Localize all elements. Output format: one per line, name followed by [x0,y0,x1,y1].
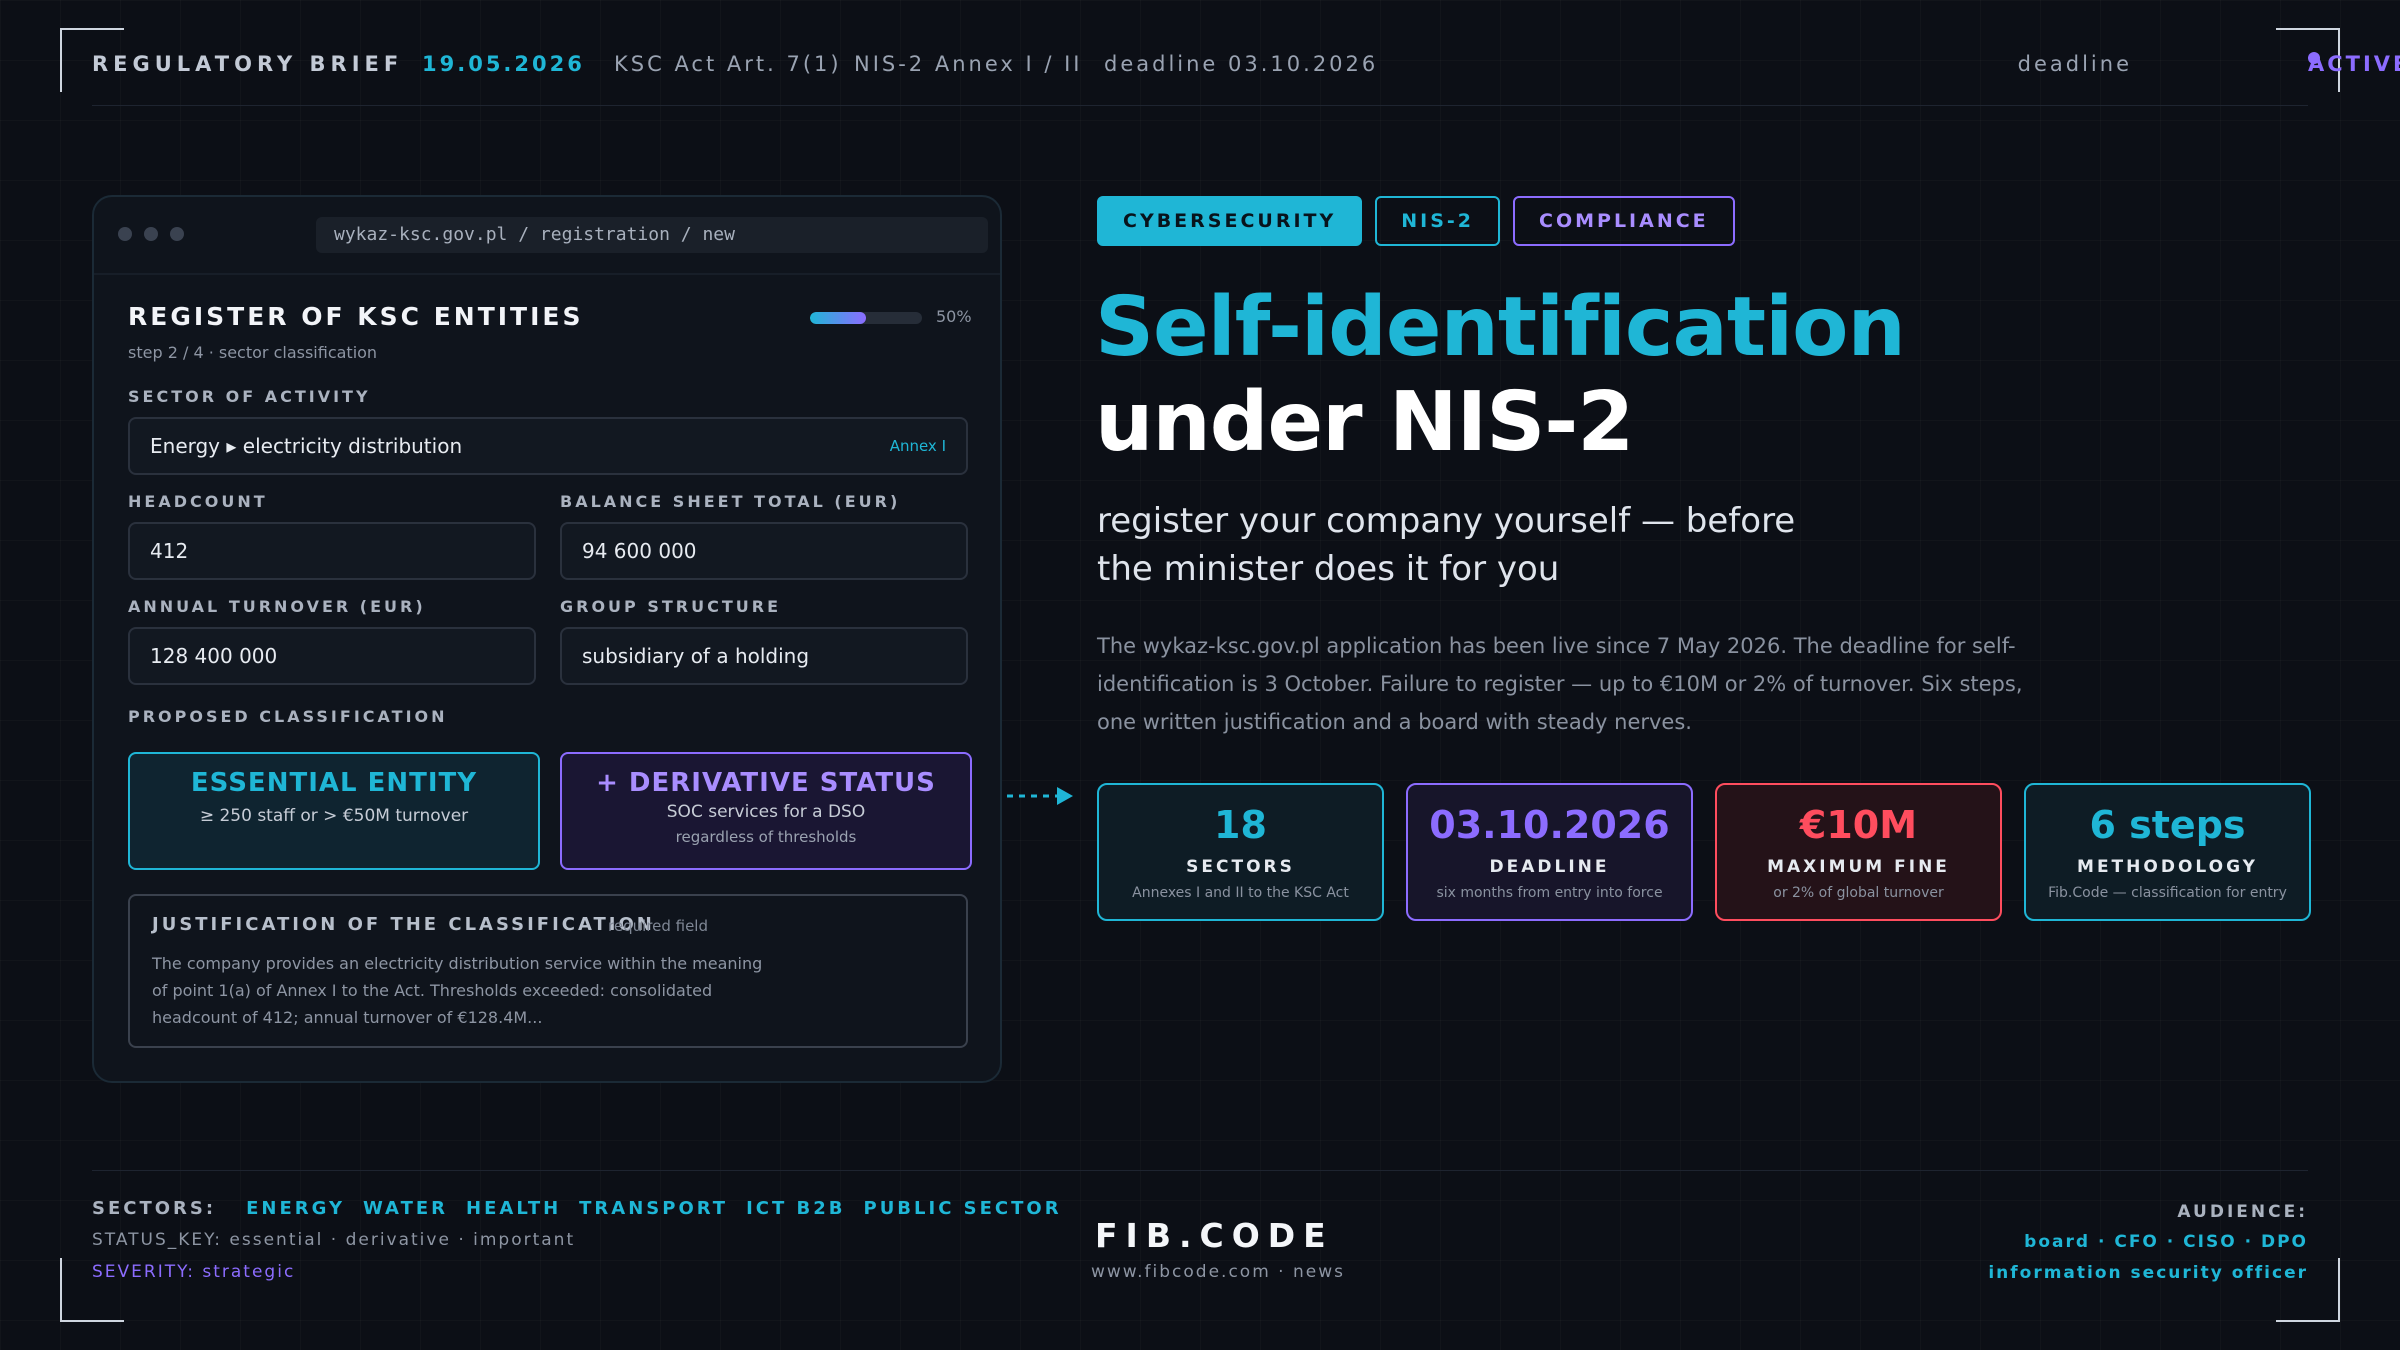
sector-field[interactable]: Energy ▸ electricity distribution Annex … [128,417,968,475]
stat-subtitle: Fib.Code — classification for entry [2048,885,2287,901]
turnover-label: ANNUAL TURNOVER (EUR) [128,597,426,616]
justification-label: JUSTIFICATION OF THE CLASSIFICATION [152,914,655,935]
group-field[interactable]: subsidiary of a holding [560,627,968,685]
intro-paragraph: The wykaz-ksc.gov.pl application has bee… [1097,634,2023,734]
tag-row: CYBERSECURITY NIS-2 COMPLIANCE [1097,196,1748,246]
headline-line-1: Self-identification [1095,280,1906,375]
stat-card-sectors: 18 SECTORS Annexes I and II to the KSC A… [1097,783,1384,921]
url-bar[interactable]: wykaz-ksc.gov.pl / registration / new [316,217,988,253]
top-divider [92,105,2308,106]
stat-subtitle: six months from entry into force [1436,885,1663,901]
sectors-list: SECTORS: ENERGY WATER HEALTH TRANSPORT ICT B2… [92,1198,1062,1219]
deadline-label: deadline [2017,52,2132,76]
group-label: GROUP STRUCTURE [560,597,781,616]
registration-window: wykaz-ksc.gov.pl / registration / new RE… [92,195,1002,1083]
headline-line-2: under NIS-2 [1095,375,1634,470]
essential-title: ESSENTIAL ENTITY [190,768,478,798]
essential-entity-card[interactable]: ESSENTIAL ENTITY ≥ 250 staff or > €50M t… [128,752,540,870]
sectors-label: SECTORS: [92,1198,217,1219]
progress-label: 50% [936,307,972,326]
progress-fill [810,312,866,324]
progress-bar [810,312,922,324]
audience-line-2: information security officer [1988,1263,2308,1283]
stat-label: SECTORS [1186,857,1295,877]
dashed-arrow-icon [1007,787,1073,805]
sector-transport[interactable]: TRANSPORT [579,1198,728,1219]
stat-label: DEADLINE [1489,857,1610,877]
stat-card-methodology: 6 steps METHODOLOGY Fib.Code — classific… [2024,783,2311,921]
sector-ict-b2b[interactable]: ICT B2B [746,1198,845,1219]
stat-card-deadline: 03.10.2026 DEADLINE six months from entr… [1406,783,1693,921]
balance-label: BALANCE SHEET TOTAL (EUR) [560,492,901,511]
brief-date: 19.05.2026 [422,52,585,76]
stat-value: 6 steps [2089,803,2246,847]
severity: SEVERITY: strategic [92,1262,296,1282]
turnover-field[interactable]: 128 400 000 [128,627,536,685]
sector-health[interactable]: HEALTH [466,1198,561,1219]
act-reference: KSC Act Art. 7(1) [614,52,842,76]
stat-subtitle: or 2% of global turnover [1773,885,1944,901]
headcount-field[interactable]: 412 [128,522,536,580]
justification-text: The company provides an electricity dist… [152,954,763,1027]
classification-label: PROPOSED CLASSIFICATION [128,707,448,726]
stat-value: €10M [1799,803,1918,847]
site-link[interactable]: www.fibcode.com · news [1091,1262,1345,1282]
window-dot-icon [144,227,158,241]
stat-value: 03.10.2026 [1429,803,1670,847]
subtitle: register your company yourself — before … [1097,501,1796,589]
brief-title: REGULATORY BRIEF [92,52,404,76]
deadline-reference: deadline 03.10.2026 [1104,52,1379,76]
form-title: REGISTER OF KSC ENTITIES [128,302,584,331]
derivative-subtitle: SOC services for a DSO [666,802,866,822]
tag-cybersecurity[interactable]: CYBERSECURITY [1097,196,1363,246]
audience-label: AUDIENCE: [2177,1202,2308,1222]
status-text: ACTIVE [2308,52,2400,76]
headcount-label: HEADCOUNT [128,492,268,511]
derivative-note: regardless of thresholds [675,828,857,846]
brand-logo: FIB.CODE [1095,1216,1334,1255]
sector-public[interactable]: PUBLIC SECTOR [864,1198,1062,1219]
sector-annex-tag: Annex I [889,437,946,455]
window-title-bar: wykaz-ksc.gov.pl / registration / new [94,197,1000,275]
sector-energy[interactable]: ENERGY [246,1198,345,1219]
bottom-divider [92,1170,2308,1171]
window-dot-icon [118,227,132,241]
sector-value: Energy ▸ electricity distribution [150,434,463,458]
required-note: required field [608,917,708,935]
essential-subtitle: ≥ 250 staff or > €50M turnover [199,806,469,826]
stat-card-fine: €10M MAXIMUM FINE or 2% of global turnov… [1715,783,2002,921]
audience-line-1: board · CFO · CISO · DPO [2024,1232,2308,1252]
sector-label: SECTOR OF ACTIVITY [128,387,371,406]
derivative-title: + DERIVATIVE STATUS [596,768,936,798]
stat-value: 18 [1214,803,1267,847]
stat-label: MAXIMUM FINE [1767,857,1950,877]
top-bar: REGULATORY BRIEF 19.05.2026 KSC Act Art.… [92,52,2400,76]
window-dot-icon [170,227,184,241]
justification-field[interactable]: JUSTIFICATION OF THE CLASSIFICATION requ… [128,894,968,1048]
stat-label: METHODOLOGY [2077,857,2258,877]
form-step: step 2 / 4 · sector classification [128,343,378,362]
stat-subtitle: Annexes I and II to the KSC Act [1132,885,1349,901]
balance-field[interactable]: 94 600 000 [560,522,968,580]
annex-reference: NIS-2 Annex I / II [854,52,1083,76]
derivative-status-card[interactable]: + DERIVATIVE STATUS SOC services for a D… [560,752,972,870]
sector-water[interactable]: WATER [363,1198,448,1219]
tag-nis2[interactable]: NIS-2 [1375,196,1501,246]
tag-compliance[interactable]: COMPLIANCE [1513,196,1735,246]
status-key: STATUS_KEY: essential · derivative · imp… [92,1230,576,1250]
